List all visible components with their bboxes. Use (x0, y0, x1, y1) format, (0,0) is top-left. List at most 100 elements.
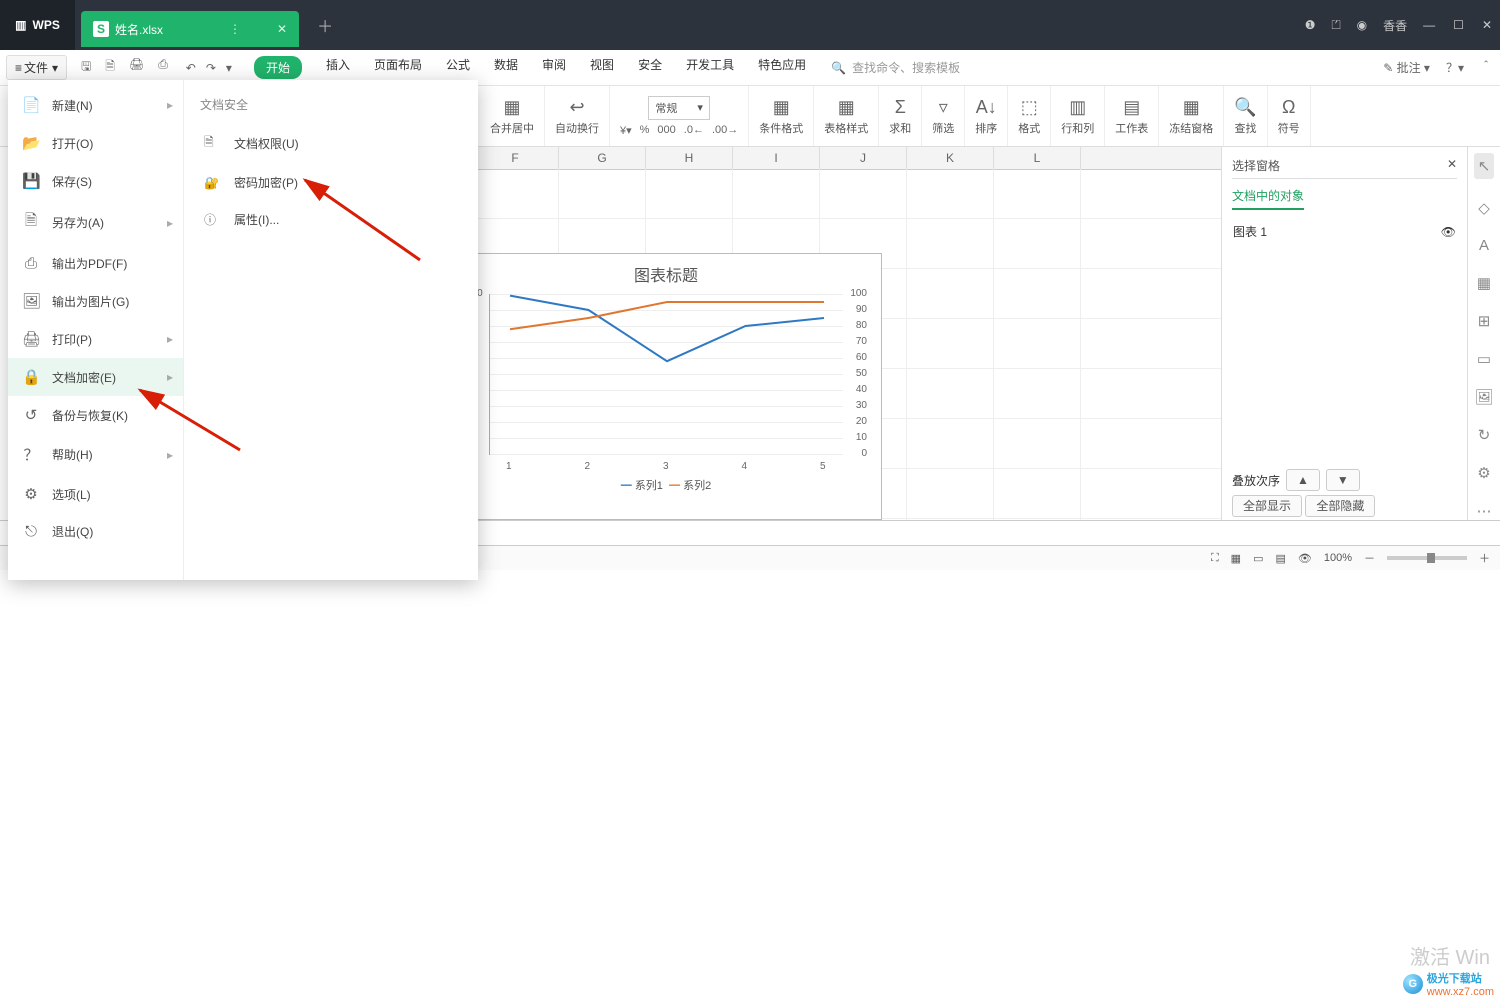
minimize-icon[interactable]: — (1423, 18, 1435, 32)
undo-icon[interactable]: ↶ (186, 61, 196, 75)
clipboard-icon[interactable]: ▭ (1477, 350, 1491, 368)
select-icon[interactable]: ↖ (1474, 153, 1495, 179)
tab-data[interactable]: 数据 (494, 56, 518, 79)
history-icon[interactable]: ↻ (1478, 426, 1491, 444)
chevron-down-icon[interactable]: ▾ (226, 61, 232, 75)
close-panel-icon[interactable]: ✕ (1447, 157, 1457, 174)
menu-item-label: 文档加密(E) (52, 369, 116, 386)
file-menu-item[interactable]: ⎋退出(Q) (8, 513, 183, 550)
file-menu-item[interactable]: 🖨打印(P)▸ (8, 320, 183, 358)
print-icon[interactable]: 🖨 (129, 57, 144, 78)
comma-icon[interactable]: 000 (657, 124, 675, 137)
reading-view-icon[interactable]: ▤ (1275, 552, 1285, 565)
maximize-icon[interactable]: ☐ (1453, 18, 1464, 32)
preview-icon[interactable]: ⎙ (158, 57, 168, 78)
shape-icon[interactable]: ◇ (1478, 199, 1490, 217)
fullscreen-icon[interactable]: ⛶ (1211, 552, 1219, 565)
tab-devtools[interactable]: 开发工具 (686, 56, 734, 79)
show-all-button[interactable]: 全部显示 (1232, 495, 1302, 517)
file-menu-button[interactable]: ≡ 文件 ▾ (6, 55, 67, 80)
col-header[interactable]: K (907, 147, 994, 169)
wrap-text-button[interactable]: ↩自动换行 (545, 86, 610, 146)
tab-security[interactable]: 安全 (638, 56, 662, 79)
new-tab-button[interactable]: ＋ (317, 13, 333, 37)
wps-home-tab[interactable]: ▥ WPS (0, 0, 75, 50)
text-icon[interactable]: A (1479, 237, 1489, 254)
table-icon[interactable]: ▦ (1477, 274, 1491, 292)
hide-all-button[interactable]: 全部隐藏 (1305, 495, 1375, 517)
file-menu-item[interactable]: 💾保存(S) (8, 162, 183, 200)
user-avatar-icon[interactable]: ◉ (1357, 18, 1367, 32)
visibility-icon[interactable]: 👁 (1441, 225, 1456, 239)
tab-options-icon[interactable]: ⋮ (229, 22, 241, 36)
inc-decimal-icon[interactable]: .0← (684, 124, 704, 137)
redo-icon[interactable]: ↷ (206, 61, 216, 75)
save-as-icon[interactable]: 🗎 (105, 57, 115, 78)
menu-item-icon: 💾 (22, 172, 40, 190)
gallery-icon[interactable]: ⊞ (1478, 312, 1491, 330)
cloud-icon[interactable]: ⏍ (1332, 18, 1341, 33)
format-button[interactable]: ⬚格式 (1008, 86, 1051, 146)
move-down-button[interactable]: ▼ (1326, 469, 1360, 491)
cond-format-button[interactable]: ▦条件格式 (749, 86, 814, 146)
col-header[interactable]: I (733, 147, 820, 169)
percent-icon[interactable]: % (640, 124, 650, 137)
annotate-button[interactable]: ✎ 批注 ▾ (1383, 59, 1430, 76)
file-menu-item[interactable]: 🗎另存为(A)▸ (8, 200, 183, 245)
file-menu-item[interactable]: 📄新建(N)▸ (8, 86, 183, 124)
zoom-out-icon[interactable]: － (1364, 550, 1375, 566)
style-icon: ▦ (838, 97, 855, 118)
col-header[interactable]: J (820, 147, 907, 169)
help-icon[interactable]: ？▾ (1446, 59, 1464, 76)
close-tab-icon[interactable]: ✕ (277, 22, 287, 36)
currency-icon[interactable]: ¥▾ (620, 124, 632, 137)
command-search[interactable]: 🔍 查找命令、搜索模板 (831, 59, 960, 76)
document-tab[interactable]: S 姓名.xlsx ⋮ ✕ (81, 11, 299, 47)
filter-button[interactable]: ▿筛选 (922, 86, 965, 146)
tab-view[interactable]: 视图 (590, 56, 614, 79)
col-header[interactable]: F (472, 147, 559, 169)
eye-icon[interactable]: 👁 (1298, 552, 1312, 565)
tab-insert[interactable]: 插入 (326, 56, 350, 79)
tab-review[interactable]: 审阅 (542, 56, 566, 79)
symbol-button[interactable]: Ω符号 (1268, 86, 1311, 146)
move-up-button[interactable]: ▲ (1286, 469, 1320, 491)
col-header[interactable]: L (994, 147, 1081, 169)
sum-button[interactable]: Σ求和 (879, 86, 922, 146)
submenu-item[interactable]: 🗎文档权限(U) (200, 123, 462, 164)
save-icon[interactable]: 🖫 (81, 57, 91, 78)
tab-formula[interactable]: 公式 (446, 56, 470, 79)
undo-redo-group: ↶ ↷ ▾ (186, 61, 232, 75)
window-number-icon[interactable]: ❶ (1305, 18, 1316, 32)
image-icon[interactable]: 🖼 (1474, 388, 1493, 406)
close-window-icon[interactable]: ✕ (1482, 18, 1492, 32)
file-menu-item[interactable]: ⚙选项(L) (8, 475, 183, 513)
collapse-ribbon-icon[interactable]: ＾ (1480, 59, 1492, 76)
tab-special[interactable]: 特色应用 (758, 56, 806, 79)
freeze-button[interactable]: ▦冻结窗格 (1159, 86, 1224, 146)
rowcol-button[interactable]: ▥行和列 (1051, 86, 1105, 146)
settings-icon[interactable]: ⚙ (1477, 464, 1490, 482)
tab-layout[interactable]: 页面布局 (374, 56, 422, 79)
normal-view-icon[interactable]: ▦ (1231, 552, 1241, 565)
find-button[interactable]: 🔍查找 (1224, 86, 1267, 146)
worksheet-button[interactable]: ▤工作表 (1105, 86, 1159, 146)
sort-button[interactable]: A↓排序 (965, 86, 1008, 146)
file-menu-item[interactable]: ⎙输出为PDF(F) (8, 245, 183, 282)
zoom-in-icon[interactable]: ＋ (1479, 550, 1490, 566)
number-format-combo[interactable]: 常规▾ (648, 96, 710, 120)
tab-start[interactable]: 开始 (254, 56, 302, 79)
col-header[interactable]: G (559, 147, 646, 169)
more-icon[interactable]: ⋯ (1477, 502, 1492, 520)
col-header[interactable]: H (646, 147, 733, 169)
file-menu-item[interactable]: 🖼输出为图片(G) (8, 282, 183, 320)
table-style-button[interactable]: ▦表格样式 (814, 86, 879, 146)
object-list-item[interactable]: 图表 1 👁 (1232, 218, 1457, 245)
dec-decimal-icon[interactable]: .00→ (712, 124, 738, 137)
file-menu-item[interactable]: 📂打开(O) (8, 124, 183, 162)
zoom-slider[interactable] (1387, 556, 1467, 560)
merge-cells-button[interactable]: ▦合并居中 (480, 86, 545, 146)
menu-item-label: 另存为(A) (52, 214, 104, 231)
embedded-chart[interactable]: 图表标题 00101020203030404050506060707080809… (450, 253, 882, 520)
page-view-icon[interactable]: ▭ (1253, 552, 1263, 565)
